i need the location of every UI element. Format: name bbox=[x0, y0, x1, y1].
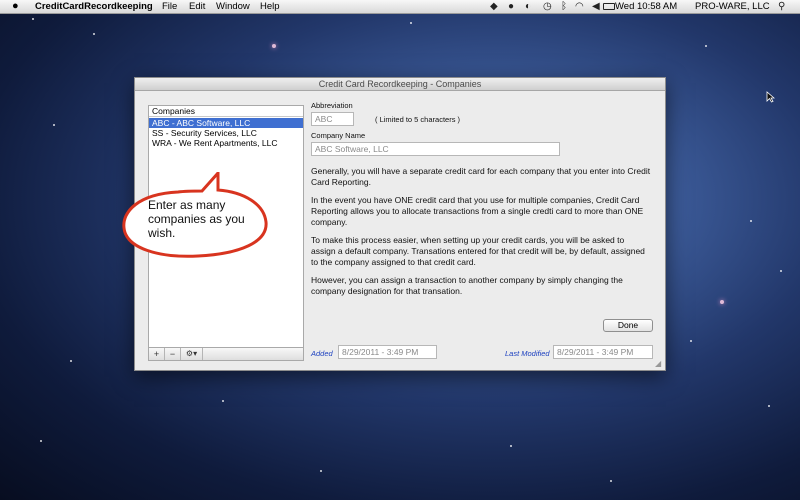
apple-icon[interactable]: ● bbox=[12, 0, 19, 12]
wifi-icon[interactable]: ◠ bbox=[575, 1, 584, 13]
spotlight-icon[interactable]: ⚲ bbox=[778, 1, 785, 13]
menu-user[interactable]: PRO-WARE, LLC bbox=[695, 1, 770, 13]
list-toolbar: + − ⚙▾ bbox=[149, 347, 303, 360]
time-machine-icon[interactable]: ◷ bbox=[543, 1, 552, 13]
company-row-wra[interactable]: WRA - We Rent Apartments, LLC bbox=[149, 138, 303, 148]
gear-menu-button[interactable]: ⚙▾ bbox=[181, 348, 203, 360]
company-name-label: Company Name bbox=[311, 131, 366, 140]
star bbox=[780, 270, 782, 272]
star bbox=[272, 44, 276, 48]
star bbox=[750, 220, 752, 222]
last-modified-field: 8/29/2011 - 3:49 PM bbox=[553, 345, 653, 359]
last-modified-label: Last Modified bbox=[505, 349, 550, 358]
dropbox-icon[interactable]: ◆ bbox=[490, 1, 498, 13]
company-row-abc[interactable]: ABC - ABC Software, LLC bbox=[149, 118, 303, 128]
company-name-field[interactable]: ABC Software, LLC bbox=[311, 142, 560, 156]
description-paragraph-3: To make this process easier, when settin… bbox=[311, 235, 645, 267]
menu-edit[interactable]: Edit bbox=[189, 1, 205, 13]
battery-icon[interactable] bbox=[603, 3, 615, 10]
star bbox=[410, 22, 412, 24]
added-label: Added bbox=[311, 349, 333, 358]
resize-grip-icon[interactable]: ◢ bbox=[655, 360, 663, 368]
menu-bar: ● CreditCardRecordkeeping File Edit Wind… bbox=[0, 0, 800, 14]
star bbox=[53, 124, 55, 126]
cursor-icon bbox=[766, 91, 775, 103]
star bbox=[40, 440, 42, 442]
menu-window[interactable]: Window bbox=[216, 1, 250, 13]
description-paragraph-2: In the event you have ONE credit card th… bbox=[311, 195, 644, 227]
menu-app-name[interactable]: CreditCardRecordkeeping bbox=[35, 1, 153, 13]
record-icon[interactable]: ● bbox=[508, 1, 514, 13]
added-field: 8/29/2011 - 3:49 PM bbox=[338, 345, 437, 359]
star bbox=[320, 470, 322, 472]
volume-icon[interactable]: ◀ bbox=[592, 1, 600, 13]
menu-clock[interactable]: Wed 10:58 AM bbox=[615, 1, 677, 13]
headset-icon[interactable]: ◐ bbox=[525, 1, 531, 13]
abbreviation-hint: ( Limited to 5 characters ) bbox=[375, 115, 461, 124]
remove-company-button[interactable]: − bbox=[165, 348, 181, 360]
window-title[interactable]: Credit Card Recordkeeping - Companies bbox=[135, 78, 665, 91]
star bbox=[720, 300, 724, 304]
list-header[interactable]: Companies bbox=[149, 106, 303, 117]
star bbox=[222, 400, 224, 402]
description-paragraph-4: However, you can assign a transaction to… bbox=[311, 275, 623, 296]
add-company-button[interactable]: + bbox=[149, 348, 165, 360]
star bbox=[768, 405, 770, 407]
callout-text: Enter as many companies as you wish. bbox=[148, 198, 245, 240]
star bbox=[610, 480, 612, 482]
star bbox=[510, 445, 512, 447]
menu-file[interactable]: File bbox=[162, 1, 177, 13]
company-row-ss[interactable]: SS - Security Services, LLC bbox=[149, 128, 303, 138]
star bbox=[690, 340, 692, 342]
description-paragraph-1: Generally, you will have a separate cred… bbox=[311, 166, 651, 187]
menu-help[interactable]: Help bbox=[260, 1, 280, 13]
abbreviation-label: Abbreviation bbox=[311, 101, 353, 110]
done-button[interactable]: Done bbox=[603, 319, 653, 332]
abbreviation-field[interactable]: ABC bbox=[311, 112, 354, 126]
star bbox=[32, 18, 34, 20]
star bbox=[93, 33, 95, 35]
star bbox=[70, 360, 72, 362]
bluetooth-icon[interactable]: ᛒ bbox=[561, 1, 567, 13]
star bbox=[705, 45, 707, 47]
